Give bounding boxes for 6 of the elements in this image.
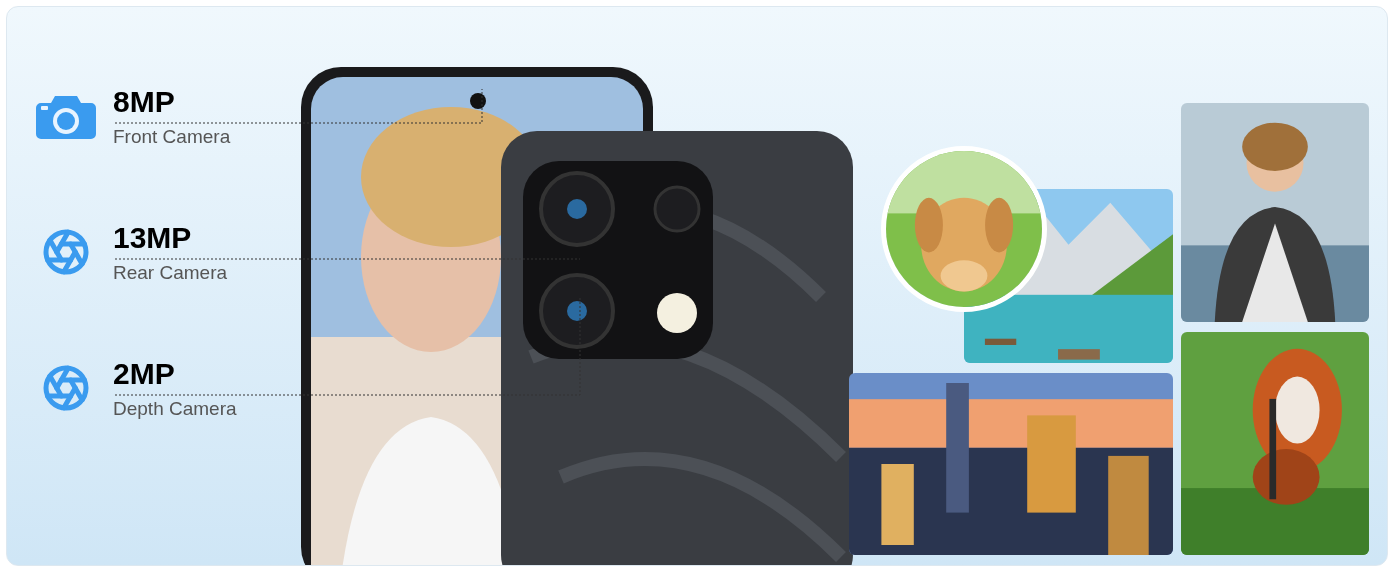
megapixel-value: 8MP bbox=[113, 84, 176, 120]
megapixel-value: 2MP bbox=[113, 356, 176, 392]
megapixel-value: 13MP bbox=[113, 220, 193, 256]
camera-label: Depth Camera bbox=[113, 398, 237, 420]
camera-label: Front Camera bbox=[113, 126, 231, 148]
camera-label: Rear Camera bbox=[113, 262, 228, 284]
